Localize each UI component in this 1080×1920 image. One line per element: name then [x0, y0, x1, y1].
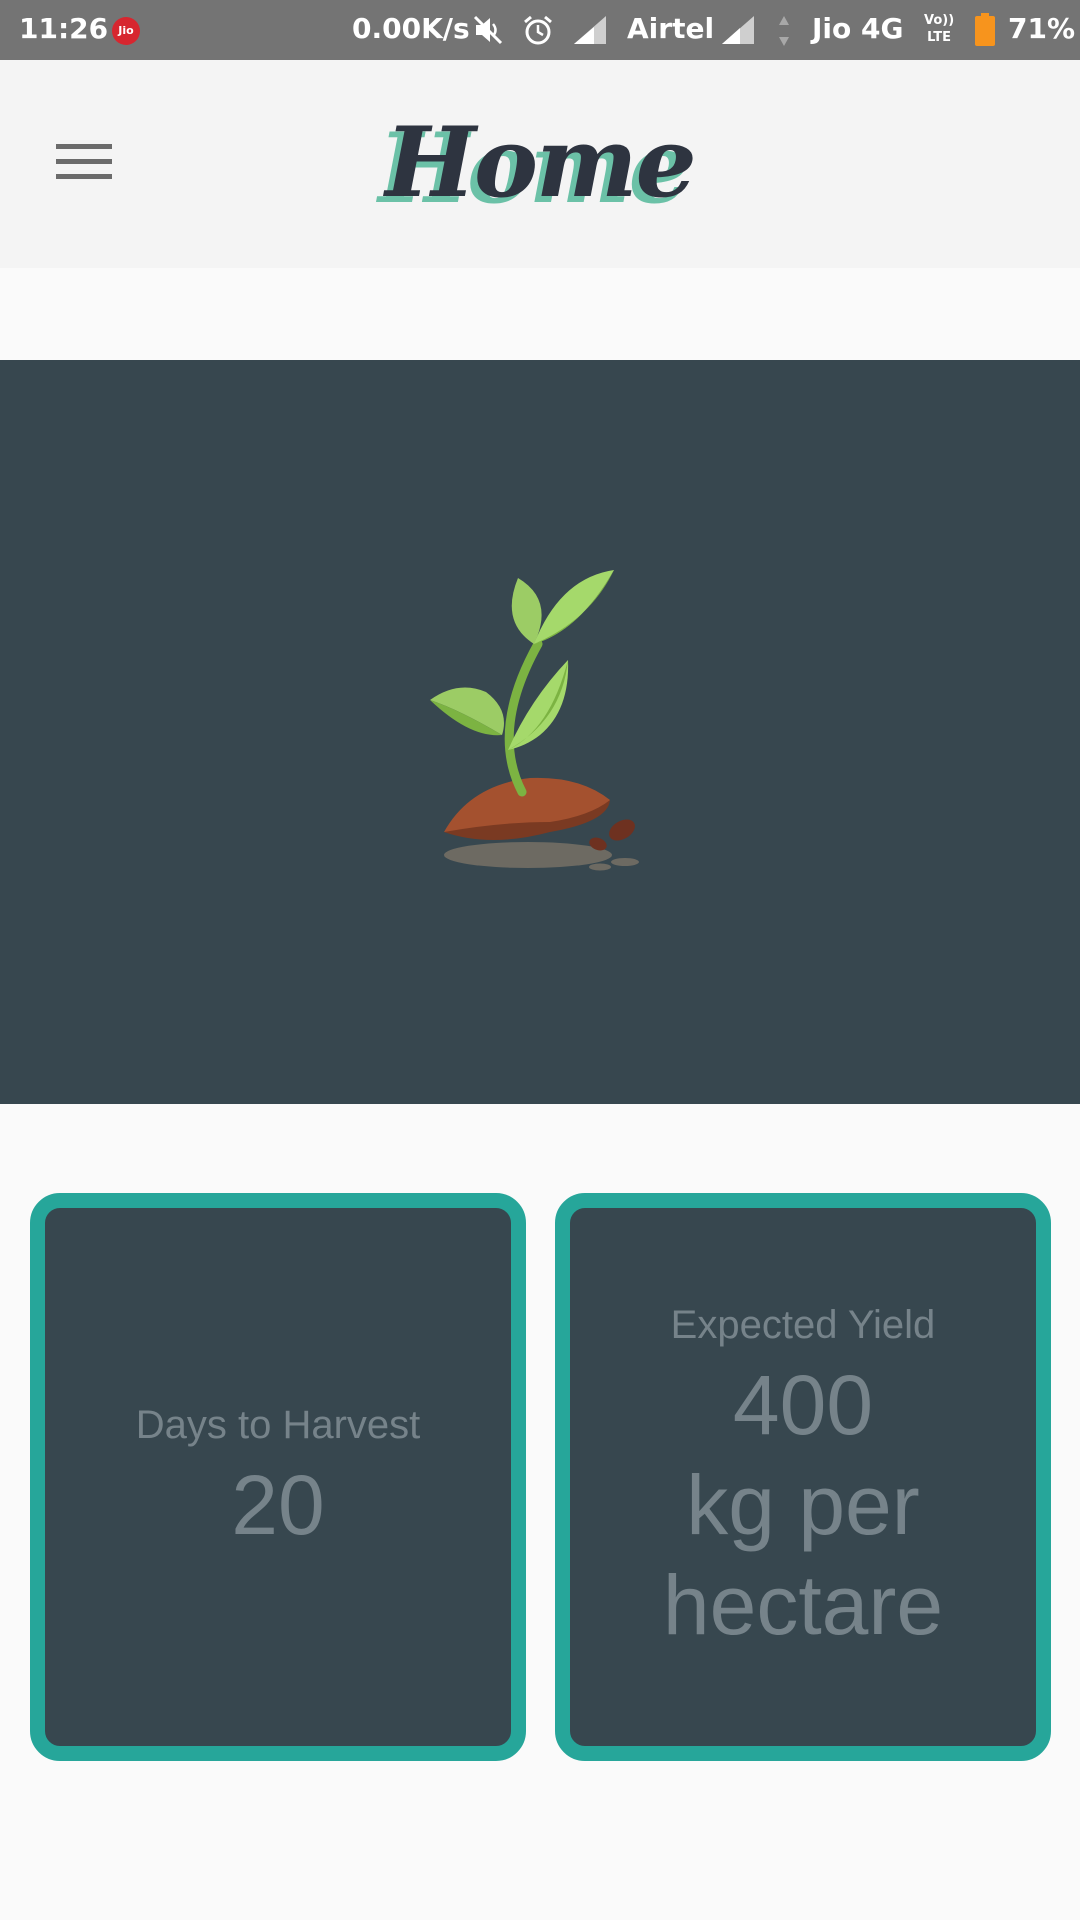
- volte-icon: Vo)) LTE: [924, 12, 954, 46]
- expected-yield-value: 400: [732, 1358, 874, 1452]
- carrier-jio: Jio 4G: [812, 12, 904, 45]
- mute-icon: [473, 15, 503, 45]
- days-to-harvest-content: Days to Harvest 20: [45, 1208, 511, 1746]
- hero-banner: [0, 360, 1080, 1104]
- page-title: Home: [385, 106, 696, 219]
- network-speed: 0.00K/s: [352, 12, 470, 45]
- days-to-harvest-card[interactable]: Days to Harvest 20: [30, 1193, 526, 1761]
- expected-yield-unit-line-2: hectare: [662, 1558, 944, 1652]
- expected-yield-unit-line-1: kg per: [686, 1458, 920, 1552]
- data-arrows-icon: [779, 16, 789, 46]
- sprouting-plant-illustration: [430, 570, 639, 871]
- battery-icon: [975, 13, 995, 46]
- signal-airtel-icon: [574, 16, 606, 44]
- jio-notification-icon: Jio: [112, 17, 140, 45]
- expected-yield-label: Expected Yield: [670, 1303, 936, 1347]
- battery-percent: 71%: [1008, 12, 1076, 45]
- volte-label-top: Vo)): [924, 13, 955, 28]
- days-to-harvest-value: 20: [231, 1458, 325, 1552]
- carrier-airtel: Airtel: [627, 12, 715, 45]
- app-header: Home: [0, 60, 1080, 268]
- screen: 11:26 Jio 0.00K/s Airtel Jio 4G Vo)) LTE…: [0, 0, 1080, 1920]
- status-bar: 11:26 Jio 0.00K/s Airtel Jio 4G Vo)) LTE…: [0, 0, 1080, 60]
- expected-yield-content: Expected Yield 400 kg per hectare: [570, 1208, 1036, 1746]
- days-to-harvest-label: Days to Harvest: [135, 1403, 421, 1447]
- status-time: 11:26: [19, 12, 109, 45]
- volte-label-bottom: LTE: [927, 30, 952, 45]
- signal-jio-icon: [722, 16, 754, 44]
- expected-yield-card[interactable]: Expected Yield 400 kg per hectare: [555, 1193, 1051, 1761]
- alarm-icon: [524, 15, 552, 45]
